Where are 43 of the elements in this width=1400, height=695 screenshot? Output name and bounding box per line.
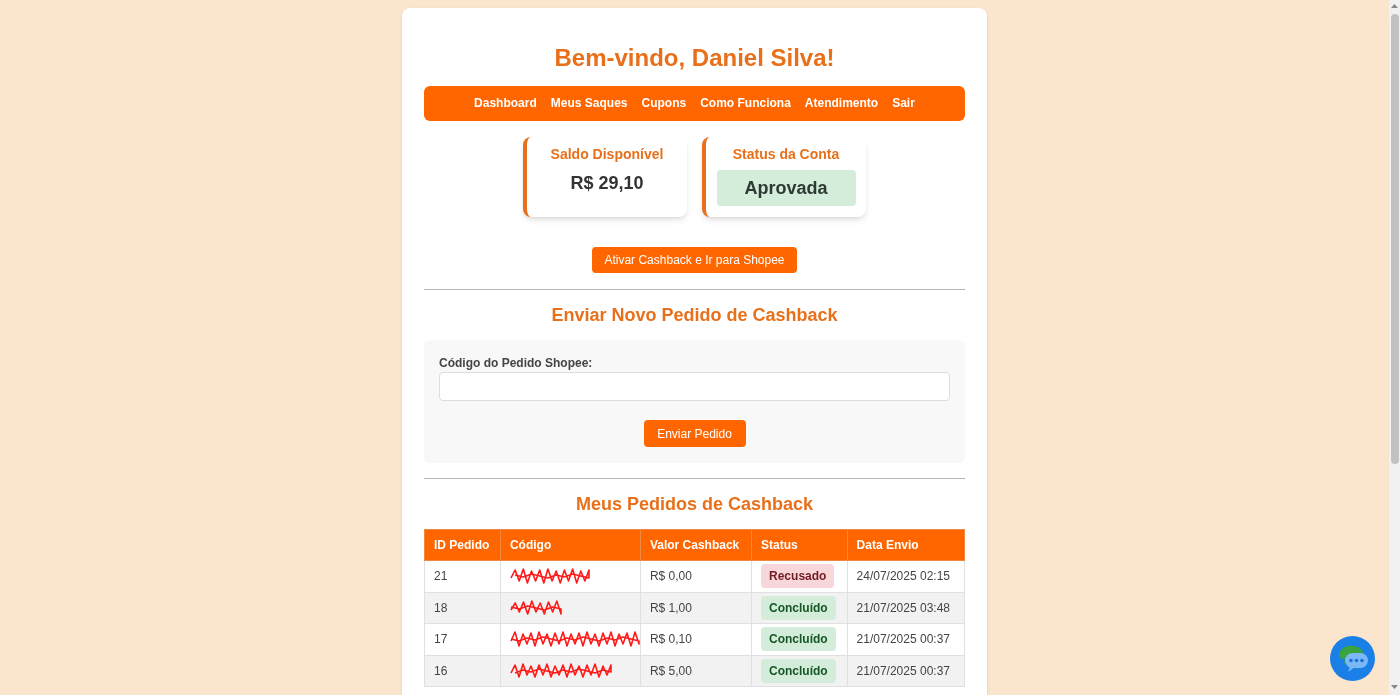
nav-link[interactable]: Meus Saques (550, 96, 628, 111)
table-cell: R$ 5,00 (640, 655, 752, 687)
column-header: Valor Cashback (640, 529, 752, 561)
section-heading: Meus Pedidos de Cashback (574, 493, 815, 515)
scroll-up-icon[interactable] (1391, 4, 1398, 8)
table-cell: 21/07/2025 00:37 (847, 623, 965, 655)
status-badge: Concluído (761, 627, 836, 652)
scrollbar-thumb[interactable] (1390, 14, 1399, 464)
table-cell: 21/07/2025 00:37 (847, 655, 965, 687)
welcome-heading: Bem-vindo, Daniel Silva! (553, 43, 836, 73)
status-badge: Concluído (761, 658, 836, 683)
nav-link[interactable]: Cupons (641, 96, 687, 111)
nav-link[interactable]: Dashboard (474, 96, 537, 111)
column-header: Status (751, 529, 848, 561)
stat-label: Status da Conta (732, 146, 840, 163)
nav-link[interactable]: Sair (892, 96, 915, 111)
table-cell: 21/07/2025 03:48 (847, 592, 965, 624)
nav-link[interactable]: Atendimento (804, 96, 879, 111)
table-cell: 24/07/2025 02:15 (847, 560, 965, 592)
stat-label: Saldo Disponível (550, 146, 664, 163)
nav-link[interactable]: Como Funciona (700, 96, 791, 111)
submit-order-button[interactable]: Enviar Pedido (643, 420, 746, 447)
balance-amount: R$ 29,10 (570, 172, 644, 194)
table-cell: 17 (424, 623, 501, 655)
status-badge: Recusado (761, 564, 835, 589)
column-header: Data Envio (847, 529, 965, 561)
table-cell: 21 (424, 560, 501, 592)
table-cell: 16 (424, 655, 501, 687)
scroll-down-icon[interactable] (1391, 685, 1398, 689)
table-cell: R$ 0,00 (640, 560, 752, 592)
table-cell: R$ 1,00 (640, 592, 752, 624)
column-header: Código (500, 529, 641, 561)
table-cell: 18 (424, 592, 501, 624)
table-cell: R$ 0,10 (640, 623, 752, 655)
order-code-field[interactable] (439, 372, 950, 401)
account-status-badge: Aprovada (716, 170, 856, 206)
activate-cashback-button[interactable]: Ativar Cashback e Ir para Shopee (592, 247, 797, 273)
field-label: Código do Pedido Shopee: (439, 356, 593, 370)
chat-bubbles-icon[interactable] (1330, 636, 1375, 681)
redaction-scribble (509, 597, 562, 618)
section-heading: Enviar Novo Pedido de Cashback (550, 304, 839, 326)
column-header: ID Pedido (424, 529, 501, 561)
status-badge: Concluído (761, 595, 836, 620)
